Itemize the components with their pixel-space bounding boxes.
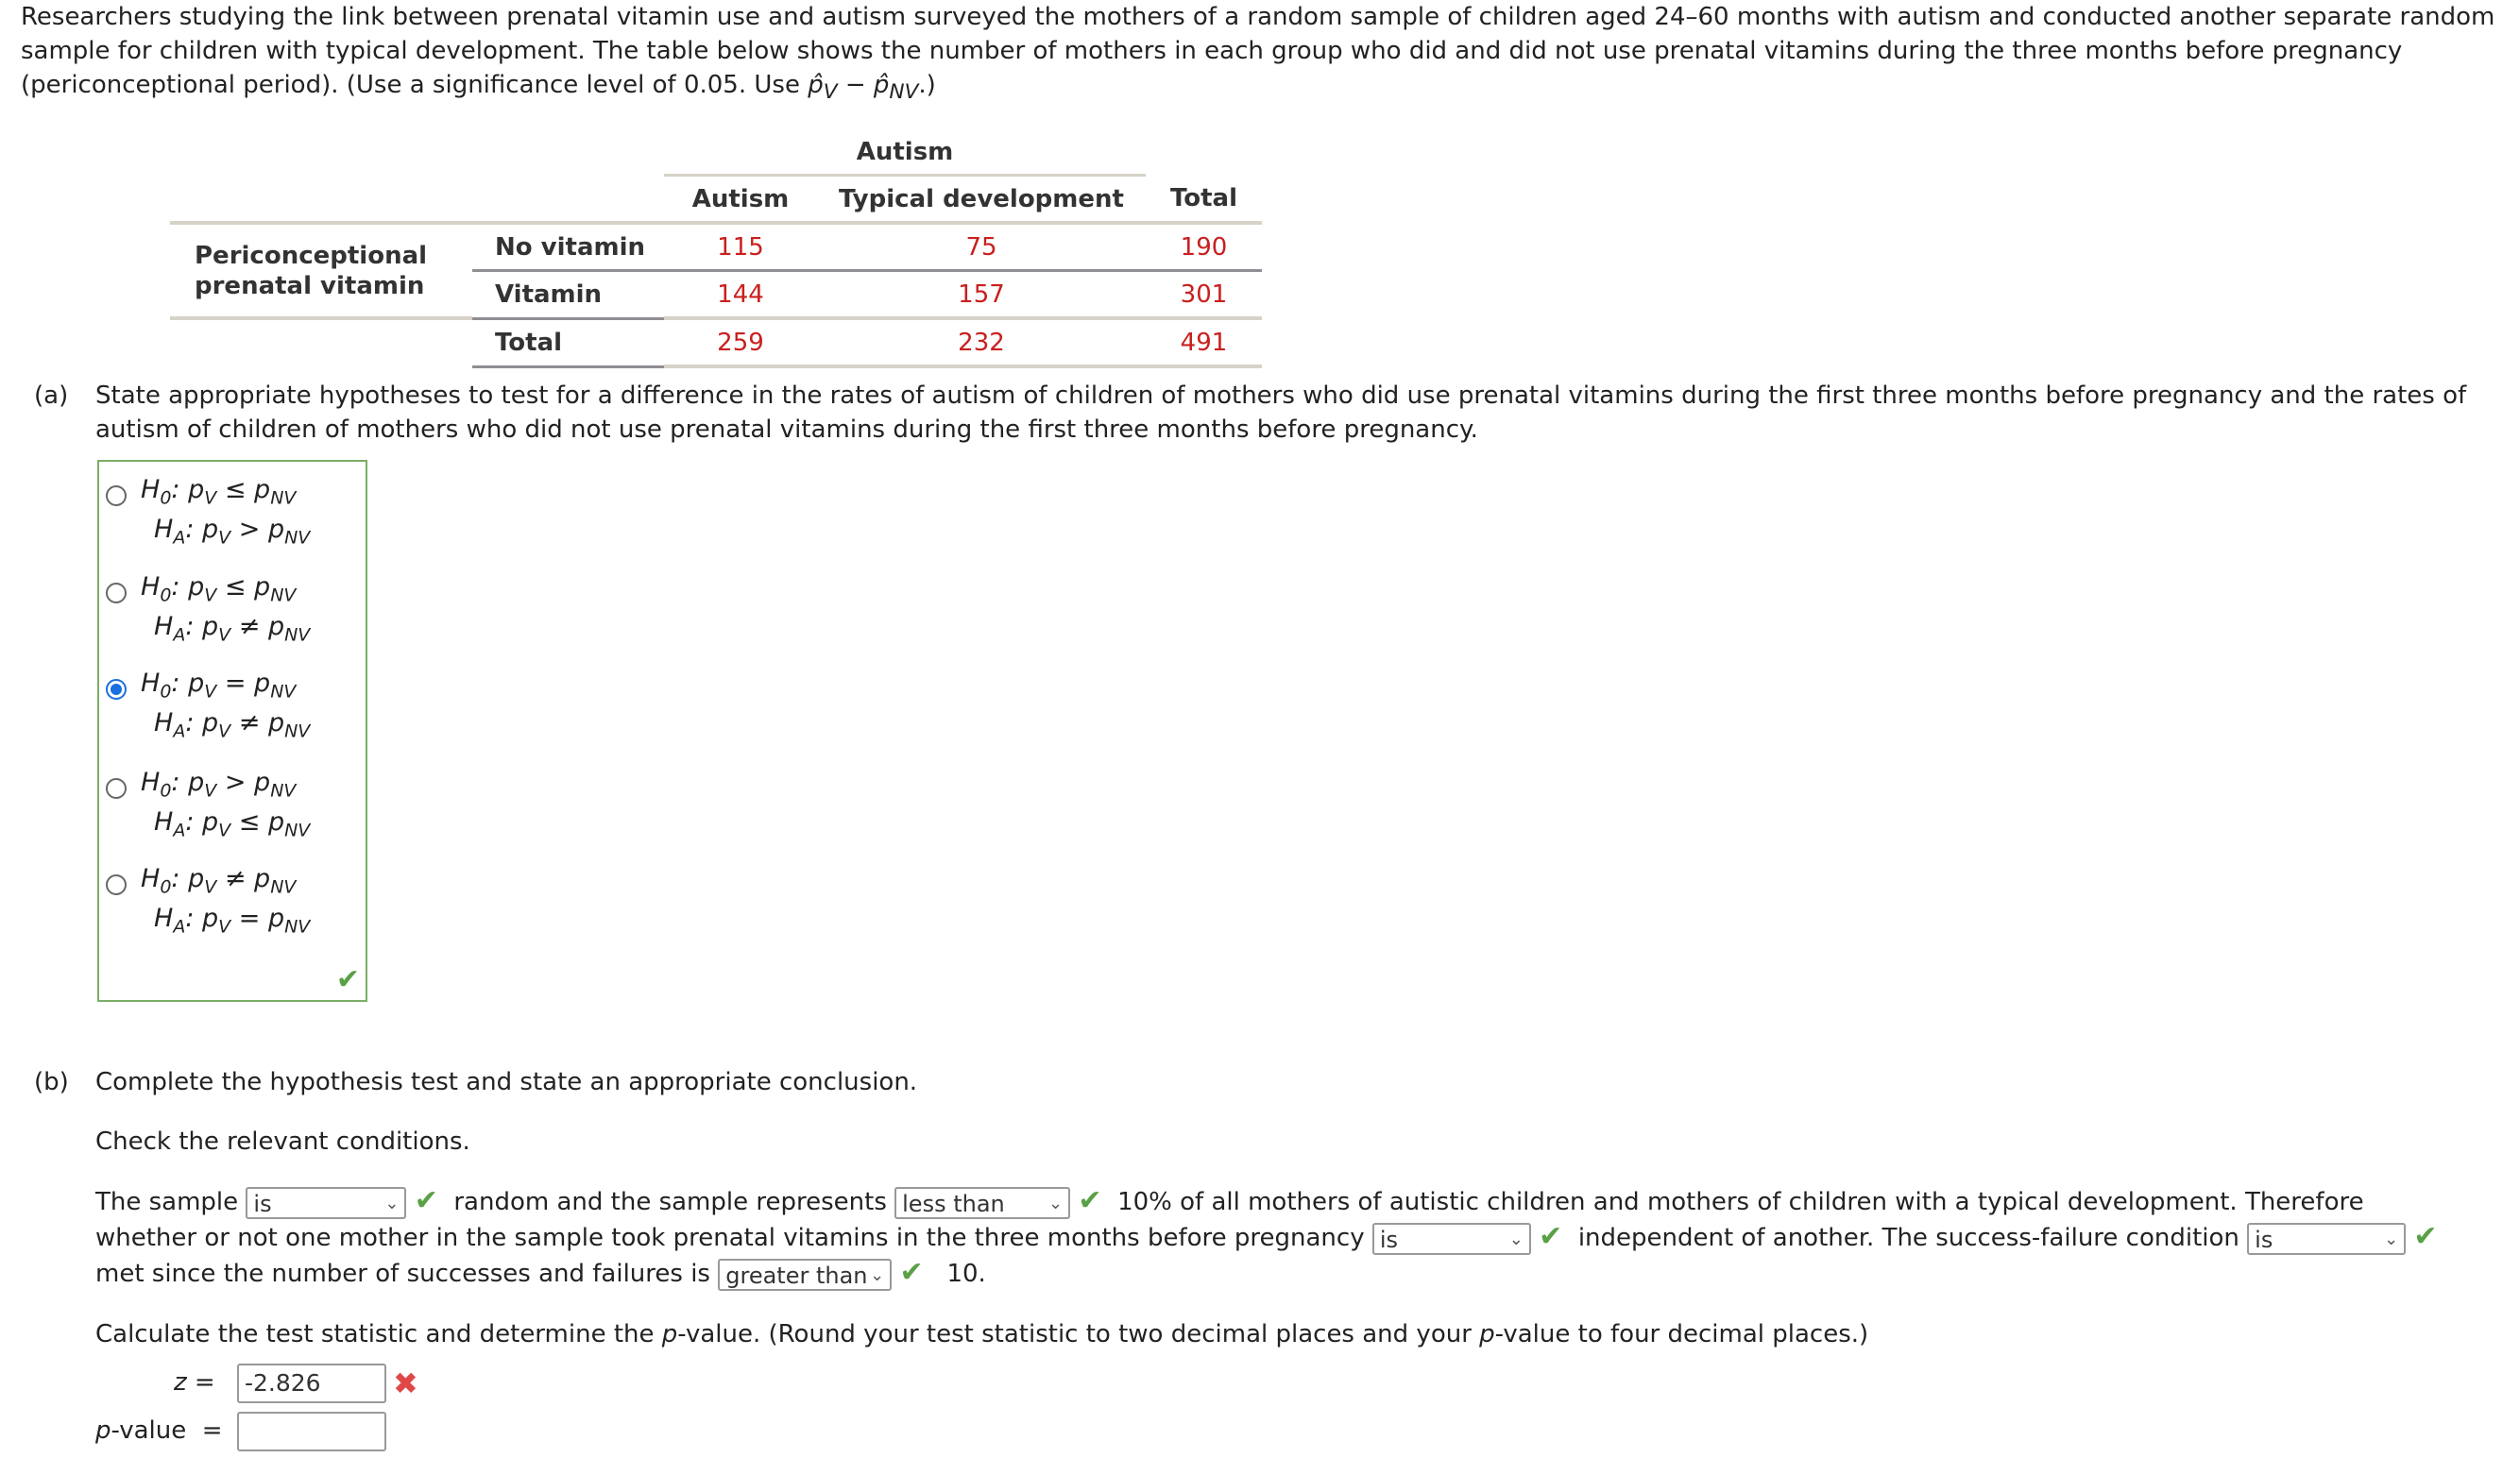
conditions-heading: Check the relevant conditions.: [95, 1127, 470, 1156]
hypothesis-options: H0: pV ≤ pNV HA: pV > pNV H0: pV ≤ pNV HA: …: [97, 460, 367, 1002]
z-input[interactable]: -2.826: [237, 1364, 386, 1403]
chevron-down-icon: ⌄: [2384, 1229, 2399, 1249]
contingency-table: Autism Autism Typical development Total …: [170, 129, 1262, 368]
correct-check-icon: ✔: [2413, 1220, 2438, 1253]
hypothesis-option[interactable]: H0: pV ≤ pNV HA: pV > pNV: [99, 471, 364, 556]
row-label: Vitamin: [472, 270, 664, 320]
chevron-down-icon: ⌄: [870, 1264, 885, 1285]
col-header: Typical development: [839, 184, 1124, 213]
calculate-instructions: Calculate the test statistic and determi…: [95, 1320, 1869, 1348]
null-hypothesis: H0: pV ≤ pNV: [141, 475, 297, 509]
chevron-down-icon: ⌄: [1048, 1193, 1064, 1213]
col-header: Total: [1169, 183, 1238, 212]
intro-line-1: Researchers studying the link between pr…: [21, 3, 2495, 31]
part-a-question: State appropriate hypotheses to test for…: [95, 381, 2467, 444]
row-label: No vitamin: [495, 232, 646, 262]
alternative-hypothesis: HA: pV = pNV: [154, 904, 311, 938]
null-hypothesis: H0: pV ≤ pNV: [141, 572, 297, 606]
problem-intro: Researchers studying the link between pr…: [21, 0, 2505, 110]
success-failure-dropdown[interactable]: is ⌄: [2247, 1222, 2407, 1255]
hypothesis-option[interactable]: H0: pV > pNV HA: pV ≤ pNV: [99, 764, 364, 849]
randomness-dropdown[interactable]: is ⌄: [246, 1186, 407, 1219]
alternative-hypothesis: HA: pV ≠ pNV: [154, 708, 311, 742]
col-header: Autism: [691, 184, 790, 213]
radio-button[interactable]: [106, 679, 127, 700]
hypothesis-option[interactable]: H0: pV = pNV HA: pV ≠ pNV: [99, 665, 364, 750]
cell: 259: [664, 318, 817, 368]
hypothesis-option[interactable]: H0: pV ≤ pNV HA: pV ≠ pNV: [99, 568, 364, 653]
part-b-label: (b): [34, 1068, 69, 1096]
correct-check-icon: ✔: [899, 1256, 924, 1289]
cell: 157: [817, 270, 1146, 320]
cell: 190: [1180, 232, 1228, 262]
chevron-down-icon: ⌄: [1508, 1229, 1524, 1249]
row-group-label: Periconceptional prenatal vitamin: [170, 223, 472, 320]
ten-percent-dropdown[interactable]: less than ⌄: [894, 1186, 1071, 1219]
cell: 75: [965, 232, 997, 262]
table-row: Total 259 232 491: [170, 318, 1262, 368]
intro-line-3: (periconceptional period). (Use a signif…: [21, 71, 936, 105]
independence-dropdown[interactable]: is ⌄: [1371, 1222, 1531, 1255]
correct-check-icon: ✔: [335, 963, 360, 996]
row-label: Total: [472, 318, 664, 368]
correct-check-icon: ✔: [414, 1184, 438, 1217]
group-header: Autism: [664, 129, 1146, 177]
cell: 491: [1146, 318, 1262, 368]
radio-button[interactable]: [106, 583, 127, 603]
intro-line-2: sample for children with typical develop…: [21, 37, 2403, 65]
correct-check-icon: ✔: [1539, 1220, 1563, 1253]
hypothesis-option[interactable]: H0: pV ≠ pNV HA: pV = pNV: [99, 860, 364, 945]
null-hypothesis: H0: pV ≠ pNV: [141, 864, 297, 898]
alternative-hypothesis: HA: pV > pNV: [154, 515, 311, 549]
radio-button[interactable]: [106, 874, 127, 895]
radio-button[interactable]: [106, 485, 127, 506]
radio-button[interactable]: [106, 778, 127, 799]
p-value-label: p-value =: [95, 1416, 223, 1445]
correct-check-icon: ✔: [1078, 1184, 1102, 1217]
table-row: Periconceptional prenatal vitamin No vita…: [170, 223, 1262, 320]
greater-than-dropdown[interactable]: greater than ⌄: [718, 1258, 893, 1291]
z-label: z =: [174, 1368, 215, 1397]
incorrect-x-icon: ✖: [393, 1365, 418, 1401]
chevron-down-icon: ⌄: [384, 1193, 400, 1213]
part-a-label: (a): [34, 381, 69, 410]
conditions-line-2: whether or not one mother in the sample …: [95, 1220, 2438, 1255]
part-b-title: Complete the hypothesis test and state a…: [95, 1068, 918, 1096]
alternative-hypothesis: HA: pV ≤ pNV: [154, 807, 311, 841]
conditions-line-1: The sample is ⌄ ✔ random and the sample r…: [95, 1184, 2364, 1219]
null-hypothesis: H0: pV = pNV: [141, 669, 297, 703]
null-hypothesis: H0: pV > pNV: [141, 768, 297, 802]
cell: 144: [664, 270, 817, 320]
cell: 232: [817, 318, 1146, 368]
conditions-line-3: met since the number of successes and fa…: [95, 1256, 986, 1291]
p-value-input[interactable]: [237, 1412, 386, 1451]
alternative-hypothesis: HA: pV ≠ pNV: [154, 612, 311, 646]
cell: 115: [717, 232, 764, 262]
cell: 301: [1146, 270, 1262, 320]
